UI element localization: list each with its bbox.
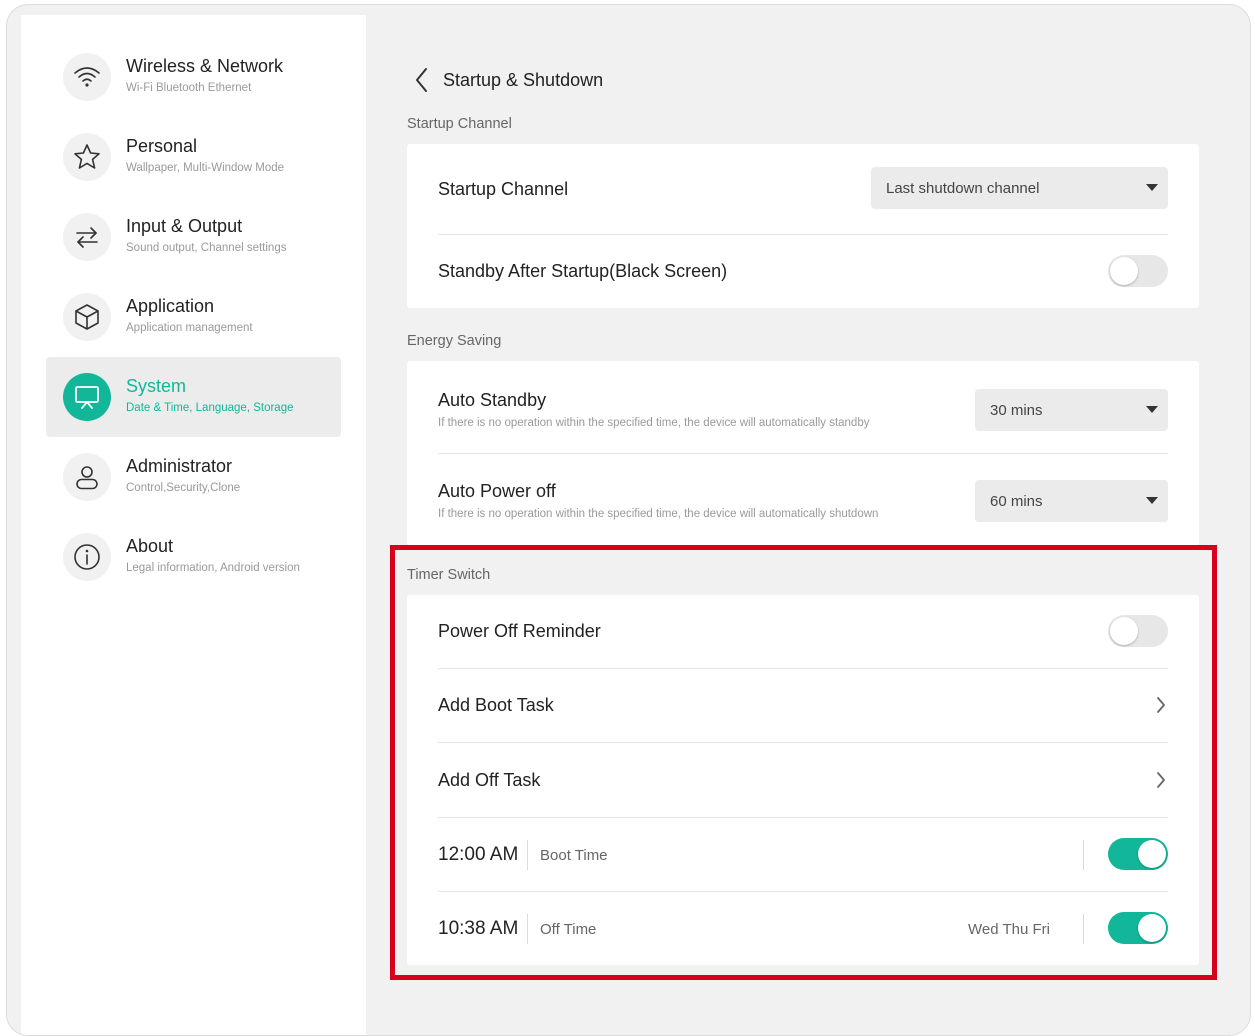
sidebar-item-title: System — [126, 376, 187, 396]
monitor-icon — [63, 373, 111, 421]
sidebar-item-subtitle: Application management — [126, 322, 253, 334]
task-type-label: Off Time — [540, 921, 597, 938]
off-task-toggle[interactable] — [1108, 912, 1168, 944]
info-icon — [63, 533, 111, 581]
boot-task-toggle[interactable] — [1108, 838, 1168, 870]
sidebar-item-system[interactable]: System Date & Time, Language, Storage — [46, 357, 341, 437]
chevron-left-icon — [416, 68, 427, 92]
sidebar-item-about[interactable]: About Legal information, Android version — [46, 517, 341, 597]
sidebar-item-title: About — [126, 536, 174, 556]
add-off-task-title: Add Off Task — [438, 770, 541, 790]
auto-standby-select[interactable]: 30 mins — [975, 389, 1168, 431]
sidebar-item-input-output[interactable]: Input & Output Sound output, Channel set… — [46, 197, 341, 277]
standby-after-startup-toggle[interactable] — [1108, 255, 1168, 287]
sidebar-item-application[interactable]: Application Application management — [46, 277, 341, 357]
sidebar-item-subtitle: Wallpaper, Multi-Window Mode — [126, 162, 285, 174]
energy-card: Auto Standby If there is no operation wi… — [407, 361, 1199, 546]
task-days: Wed Thu Fri — [968, 921, 1050, 938]
sidebar: Wireless & Network Wi-Fi Bluetooth Ether… — [21, 15, 366, 1035]
sidebar-item-administrator[interactable]: Administrator Control,Security,Clone — [46, 437, 341, 517]
back-button[interactable] — [407, 62, 437, 98]
standby-after-startup-title: Standby After Startup(Black Screen) — [438, 261, 728, 281]
sidebar-item-title: Personal — [126, 136, 198, 156]
power-off-reminder-title: Power Off Reminder — [438, 621, 601, 641]
sidebar-item-title: Input & Output — [126, 216, 243, 236]
sidebar-item-title: Wireless & Network — [126, 56, 284, 76]
swap-arrows-icon — [63, 213, 111, 261]
toggle-knob — [1138, 914, 1166, 942]
sidebar-item-subtitle: Wi-Fi Bluetooth Ethernet — [126, 82, 252, 94]
sidebar-item-wireless-network[interactable]: Wireless & Network Wi-Fi Bluetooth Ether… — [46, 37, 341, 117]
dropdown-caret-icon — [1146, 497, 1158, 504]
auto-power-off-value: 60 mins — [990, 492, 1043, 510]
power-off-reminder-toggle[interactable] — [1108, 615, 1168, 647]
timer-task-row[interactable]: 12:00 AM Boot Time — [438, 817, 1168, 891]
startup-channel-title: Startup Channel — [438, 179, 569, 199]
toggle-knob — [1110, 257, 1138, 285]
settings-window: Wireless & Network Wi-Fi Bluetooth Ether… — [6, 4, 1251, 1036]
chevron-right-icon — [1157, 772, 1165, 788]
chevron-right-icon — [1157, 697, 1165, 713]
startup-card: Startup Channel Last shutdown channel St… — [407, 144, 1199, 308]
task-type-label: Boot Time — [540, 847, 608, 864]
power-off-reminder-row: Power Off Reminder — [438, 595, 1168, 668]
page-title: Startup & Shutdown — [443, 69, 604, 90]
startup-channel-row: Startup Channel Last shutdown channel — [438, 144, 1168, 234]
separator — [527, 840, 528, 870]
startup-channel-value: Last shutdown channel — [886, 179, 1040, 197]
sidebar-item-title: Administrator — [126, 456, 233, 476]
wifi-icon — [63, 53, 111, 101]
add-boot-task-row[interactable]: Add Boot Task — [438, 668, 1168, 742]
auto-power-off-title: Auto Power off — [438, 481, 556, 501]
page-header: Startup & Shutdown — [407, 60, 603, 100]
cube-icon — [63, 293, 111, 341]
timer-card: Power Off Reminder Add Boot Task Add Off… — [407, 595, 1199, 965]
auto-standby-row: Auto Standby If there is no operation wi… — [438, 361, 1168, 451]
add-off-task-row[interactable]: Add Off Task — [438, 742, 1168, 817]
timer-task-row[interactable]: 10:38 AM Off Time Wed Thu Fri — [438, 891, 1168, 965]
auto-standby-value: 30 mins — [990, 401, 1043, 419]
separator — [527, 914, 528, 944]
user-icon — [63, 453, 111, 501]
task-time: 12:00 AM — [438, 844, 519, 865]
task-time: 10:38 AM — [438, 918, 519, 939]
section-label-startup: Startup Channel — [407, 116, 512, 132]
section-label-energy: Energy Saving — [407, 333, 502, 349]
sidebar-item-subtitle: Control,Security,Clone — [126, 482, 241, 494]
dropdown-caret-icon — [1146, 184, 1158, 191]
startup-channel-select[interactable]: Last shutdown channel — [871, 167, 1168, 209]
standby-after-startup-row: Standby After Startup(Black Screen) — [438, 234, 1168, 308]
sidebar-item-title: Application — [126, 296, 215, 316]
auto-power-off-description: If there is no operation within the spec… — [438, 508, 879, 520]
toggle-knob — [1110, 617, 1138, 645]
add-boot-task-title: Add Boot Task — [438, 695, 554, 715]
auto-standby-title: Auto Standby — [438, 390, 547, 410]
dropdown-caret-icon — [1146, 406, 1158, 413]
sidebar-item-subtitle: Date & Time, Language, Storage — [126, 402, 294, 414]
auto-standby-description: If there is no operation within the spec… — [438, 417, 870, 429]
auto-power-off-select[interactable]: 60 mins — [975, 480, 1168, 522]
sidebar-item-personal[interactable]: Personal Wallpaper, Multi-Window Mode — [46, 117, 341, 197]
separator — [1083, 914, 1084, 944]
sidebar-item-subtitle: Sound output, Channel settings — [126, 242, 287, 254]
auto-power-off-row: Auto Power off If there is no operation … — [438, 453, 1168, 546]
section-label-timer: Timer Switch — [407, 567, 491, 583]
sidebar-item-subtitle: Legal information, Android version — [126, 562, 300, 574]
star-icon — [63, 133, 111, 181]
toggle-knob — [1138, 840, 1166, 868]
separator — [1083, 840, 1084, 870]
